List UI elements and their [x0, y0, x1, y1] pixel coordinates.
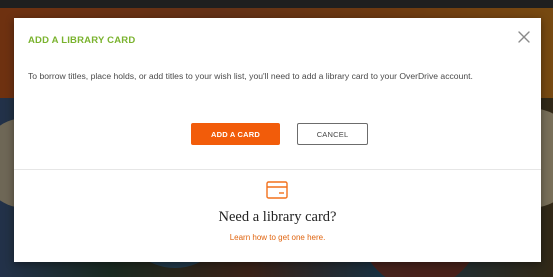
add-library-card-dialog: ADD A LIBRARY CARD To borrow titles, pla…: [14, 18, 541, 262]
dialog-divider: [14, 169, 541, 170]
close-icon[interactable]: [517, 30, 531, 44]
library-card-icon: [266, 181, 288, 199]
add-a-card-button[interactable]: ADD A CARD: [191, 123, 280, 145]
need-card-heading: Need a library card?: [218, 209, 337, 225]
cancel-button[interactable]: CANCEL: [297, 123, 368, 145]
dialog-message: To borrow titles, place holds, or add ti…: [28, 71, 473, 81]
dialog-title: ADD A LIBRARY CARD: [28, 35, 136, 46]
learn-how-link[interactable]: Learn how to get one here.: [14, 233, 541, 242]
